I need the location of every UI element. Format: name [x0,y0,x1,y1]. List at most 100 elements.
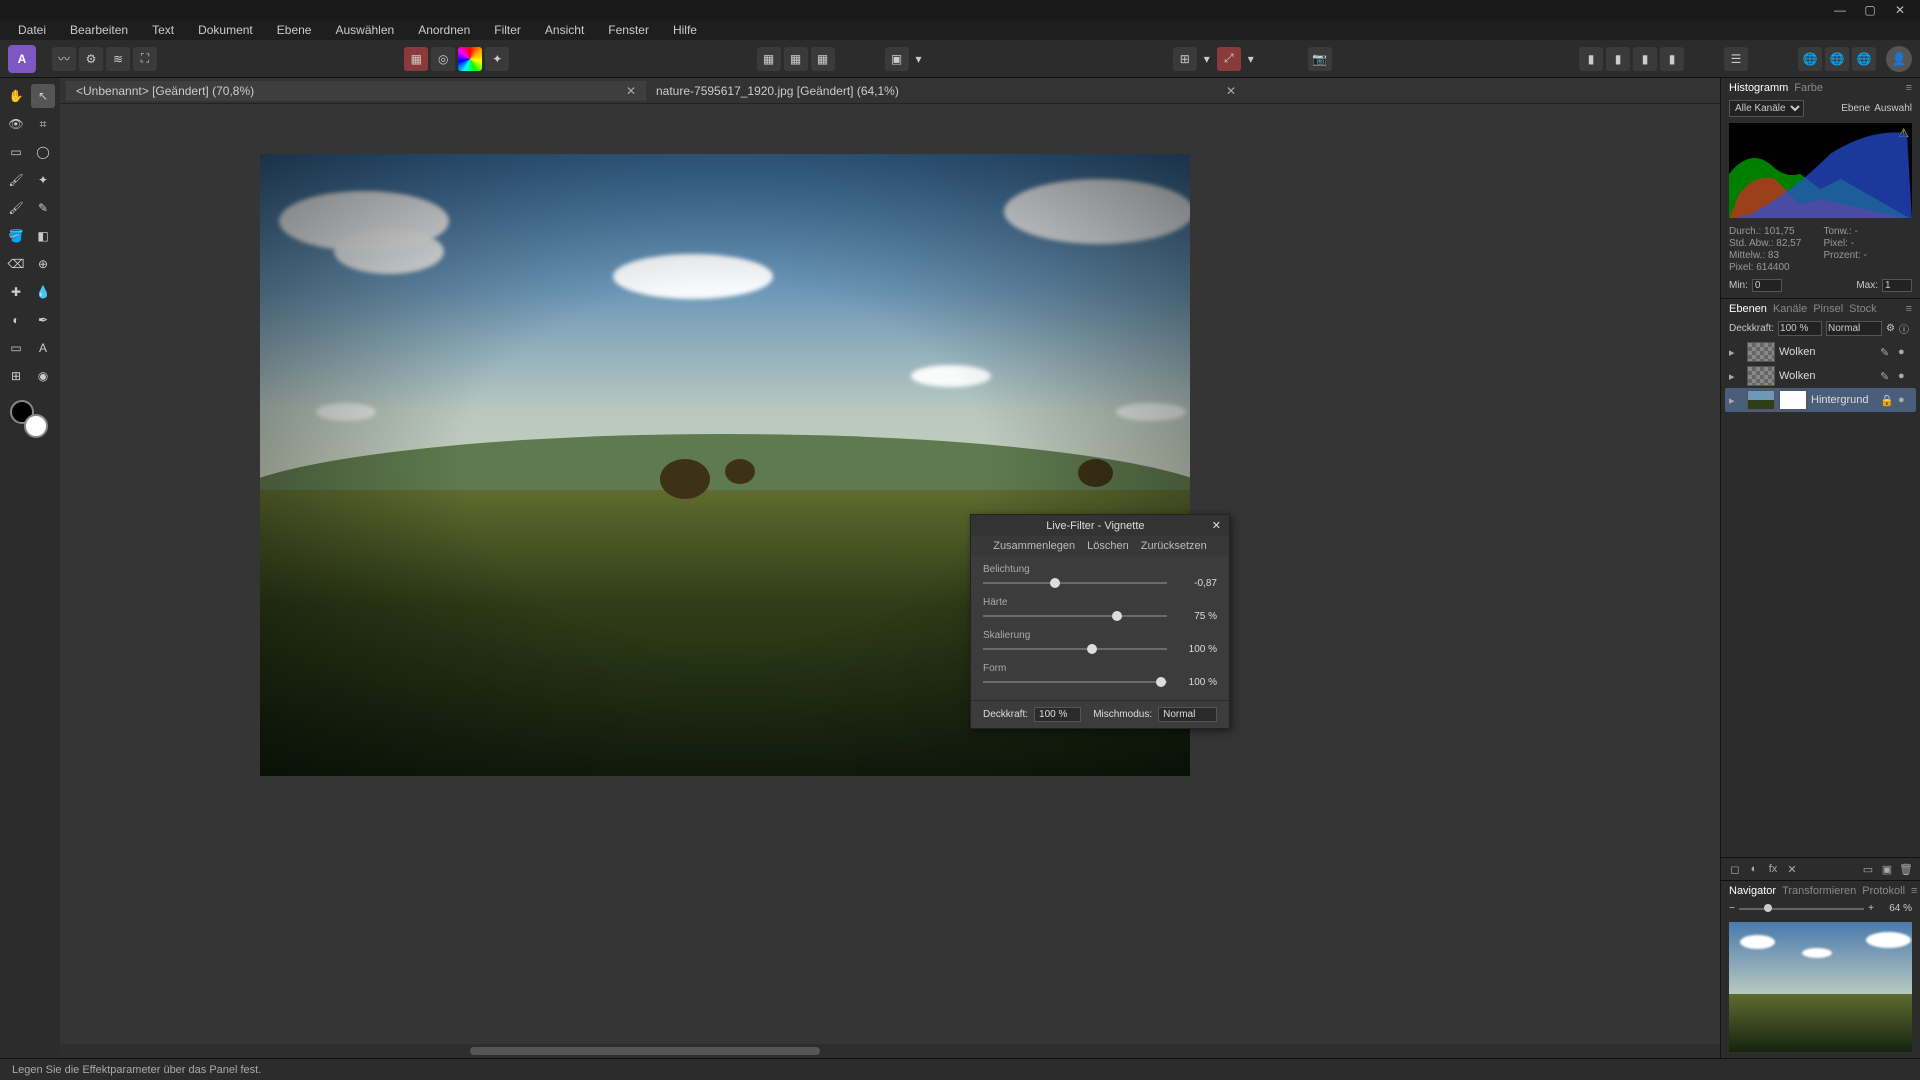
tab-protokoll[interactable]: Protokoll [1862,885,1905,897]
lock-icon[interactable]: 🔒 [1880,394,1894,407]
max-input[interactable] [1882,279,1912,292]
slider-value[interactable]: -0,87 [1175,578,1217,589]
tab-farbe[interactable]: Farbe [1794,82,1823,94]
tab-navigator[interactable]: Navigator [1729,885,1776,897]
document-tab[interactable]: <Unbenannt> [Geändert] (70,8%)✕ [66,81,646,101]
slider-thumb[interactable] [1087,644,1097,654]
smudge-tool-icon[interactable]: 💧 [31,280,55,304]
menu-text[interactable]: Text [142,21,184,39]
shape-tool-icon[interactable]: ▭ [4,336,28,360]
color-swatch[interactable] [10,400,48,438]
gradient-tool-icon[interactable]: ◧ [31,224,55,248]
marquee-tool-icon[interactable]: ▭ [4,140,28,164]
horizontal-scrollbar[interactable] [60,1044,1720,1058]
menu-fenster[interactable]: Fenster [598,21,659,39]
lasso-tool-icon[interactable]: ◯ [31,140,55,164]
crop-doc-icon[interactable]: ⛶ [133,47,157,71]
flood-select-icon[interactable]: ✦ [31,168,55,192]
tab-pinsel[interactable]: Pinsel [1813,303,1843,315]
menu-dokument[interactable]: Dokument [188,21,263,39]
fx-icon[interactable]: ⓘ [1899,321,1909,336]
tab-close-icon[interactable]: ✕ [626,84,636,98]
adjustment-icon[interactable]: ◐ [1746,861,1762,877]
tab-transformieren[interactable]: Transformieren [1782,885,1856,897]
fx-icon[interactable]: fx [1765,861,1781,877]
dropdown-chevron-icon[interactable]: ▾ [1244,47,1258,71]
min-input[interactable] [1752,279,1782,292]
visibility-icon[interactable]: ● [1898,370,1912,382]
panel-menu-icon[interactable]: ≡ [1911,885,1917,897]
fill-red-icon[interactable]: ▦ [404,47,428,71]
layer-row[interactable]: ▸Wolken✎● [1725,340,1916,364]
heal-tool-icon[interactable]: ✚ [4,280,28,304]
layer-row[interactable]: ▸ Hintergrund 🔒 ● [1725,388,1916,412]
persona-toggle-icon[interactable]: 〰 [52,47,76,71]
dialog-close-icon[interactable]: ✕ [1212,519,1221,532]
snap-icon[interactable]: ⤢ [1217,47,1241,71]
slider-value[interactable]: 100 % [1175,644,1217,655]
move-tool-icon[interactable]: ↖ [31,84,55,108]
crop-tool-icon[interactable]: ⌗ [31,112,55,136]
histogram-channel-select[interactable]: Alle Kanäle [1729,100,1804,117]
delete-layer-icon[interactable]: 🗑 [1898,861,1914,877]
dialog-action-löschen[interactable]: Löschen [1087,540,1129,552]
layer-row[interactable]: ▸ Wolken ✎ ● [1725,364,1916,388]
edit-icon[interactable]: ✎ [1880,346,1894,359]
layer-expand-icon[interactable]: ▸ [1729,370,1743,383]
grid-icon[interactable]: ⊞ [1173,47,1197,71]
slider-belichtung[interactable] [983,582,1167,584]
maximize-button[interactable]: ▢ [1855,1,1885,19]
add-layer-icon[interactable]: ▭ [1860,861,1876,877]
circle-icon[interactable]: ◎ [431,47,455,71]
visibility-icon[interactable]: ● [1898,346,1912,358]
picker-tool-icon[interactable]: ◉ [31,364,55,388]
tab-kanaele[interactable]: Kanäle [1773,303,1807,315]
dodge-tool-icon[interactable]: ◐ [4,308,28,332]
histo-scope-auswahl[interactable]: Auswahl [1874,103,1912,114]
layer-expand-icon[interactable]: ▸ [1729,394,1743,407]
menu-hilfe[interactable]: Hilfe [663,21,707,39]
select-x-icon[interactable]: ▦ [784,47,808,71]
dropdown-chevron-icon[interactable]: ▾ [1200,47,1214,71]
close-button[interactable]: ✕ [1885,1,1915,19]
panel-menu-icon[interactable]: ≡ [1906,303,1912,315]
globe-sync-icon[interactable]: 🌐 [1825,47,1849,71]
align-r-icon[interactable]: ▮ [1633,47,1657,71]
layer-name[interactable]: Hintergrund [1811,394,1876,406]
slider-skalierung[interactable] [983,648,1167,650]
menu-ansicht[interactable]: Ansicht [535,21,594,39]
slider-thumb[interactable] [1156,677,1166,687]
tab-histogramm[interactable]: Histogramm [1729,82,1788,94]
mesh-tool-icon[interactable]: ⊞ [4,364,28,388]
navigator-preview[interactable] [1729,922,1912,1052]
dialog-opacity-combo[interactable]: 100 % [1034,707,1081,722]
panel-menu-icon[interactable]: ≡ [1906,82,1912,94]
eraser-tool-icon[interactable]: ⌫ [4,252,28,276]
arrange-icon[interactable]: ☰ [1724,47,1748,71]
layer-blend-combo[interactable]: Normal [1826,321,1882,336]
zoom-in-icon[interactable]: + [1868,903,1874,914]
group-icon[interactable]: ▣ [1879,861,1895,877]
mask-icon[interactable]: ◻ [1727,861,1743,877]
quicklook-icon[interactable]: ▣ [885,47,909,71]
slider-value[interactable]: 100 % [1175,677,1217,688]
hand-tool-icon[interactable]: ✋ [4,84,28,108]
layer-expand-icon[interactable]: ▸ [1729,346,1743,359]
slider-härte[interactable] [983,615,1167,617]
fill-tool-icon[interactable]: 🪣 [4,224,28,248]
menu-bearbeiten[interactable]: Bearbeiten [60,21,138,39]
slider-form[interactable] [983,681,1167,683]
slider-thumb[interactable] [1112,611,1122,621]
dialog-blend-combo[interactable]: Normal [1158,707,1217,722]
globe-add-icon[interactable]: 🌐 [1798,47,1822,71]
pencil-tool-icon[interactable]: ✎ [31,196,55,220]
visibility-icon[interactable]: ● [1898,394,1912,406]
menu-anordnen[interactable]: Anordnen [408,21,480,39]
selection-brush-icon[interactable]: 🖌 [4,168,28,192]
color-wheel-icon[interactable] [458,47,482,71]
user-avatar[interactable]: 👤 [1886,46,1912,72]
slider-thumb[interactable] [1050,578,1060,588]
edit-icon[interactable]: ✎ [1880,370,1894,383]
layer-name[interactable]: Wolken [1779,370,1876,382]
wand-icon[interactable]: ✦ [485,47,509,71]
